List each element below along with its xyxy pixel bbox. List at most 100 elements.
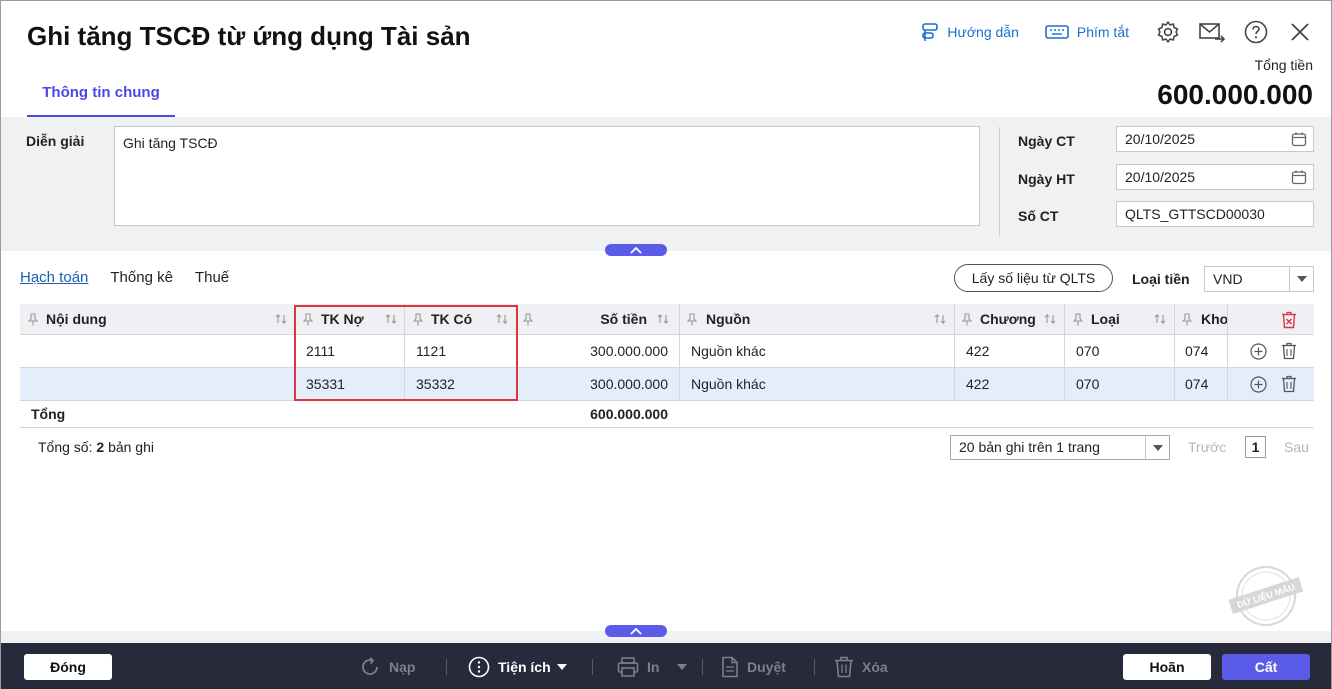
tab-accounting[interactable]: Hạch toán <box>20 269 88 286</box>
description-label: Diễn giải <box>26 133 85 149</box>
page-size-select[interactable]: 20 bản ghi trên 1 trang <box>950 435 1170 460</box>
cell-credit[interactable]: 1121 <box>416 335 506 367</box>
tab-statistics[interactable]: Thống kê <box>110 269 173 286</box>
dialog-window: Ghi tăng TSCĐ từ ứng dụng Tài sản Hướng … <box>0 0 1332 689</box>
cell-store[interactable]: 074 <box>1185 368 1227 400</box>
pin-icon[interactable] <box>1073 313 1083 326</box>
col-divider <box>1174 368 1175 400</box>
cell-content[interactable] <box>28 335 288 367</box>
general-info-panel: Diễn giải Ghi tăng TSCĐ Ngày CT 20/10/20… <box>1 117 1331 256</box>
settings-button[interactable] <box>1155 19 1181 45</box>
calendar-icon[interactable] <box>1291 131 1307 147</box>
page-number[interactable]: 1 <box>1245 436 1266 458</box>
col-divider <box>516 335 517 367</box>
doc-date-field[interactable]: 20/10/2025 <box>1116 126 1314 152</box>
refresh-icon <box>362 657 378 675</box>
info-divider <box>999 127 1000 237</box>
doc-no-field[interactable]: QLTS_GTTSCD00030 <box>1116 201 1314 227</box>
collapse-info-button[interactable] <box>605 244 667 256</box>
prev-page-button[interactable]: Trước <box>1188 439 1226 455</box>
pin-icon[interactable] <box>28 313 38 326</box>
dropdown-button[interactable] <box>1289 267 1313 291</box>
tab-tax[interactable]: Thuế <box>195 269 229 286</box>
cell-credit[interactable]: 35332 <box>416 368 506 400</box>
col-divider <box>1174 304 1175 334</box>
next-page-button[interactable]: Sau <box>1284 439 1309 455</box>
dialog-header: Ghi tăng TSCĐ từ ứng dụng Tài sản Hướng … <box>1 1 1331 117</box>
cell-type[interactable]: 070 <box>1076 335 1166 367</box>
caret-down-icon <box>677 664 688 670</box>
col-divider <box>679 368 680 400</box>
pin-icon[interactable] <box>303 313 313 326</box>
post-date-field[interactable]: 20/10/2025 <box>1116 164 1314 190</box>
guide-link[interactable]: Hướng dẫn <box>921 22 1019 42</box>
utilities-menu[interactable]: Tiện ích <box>468 656 567 678</box>
col-header-amount[interactable]: Số tiền <box>540 304 647 334</box>
sort-icon[interactable] <box>275 313 287 325</box>
calendar-icon[interactable] <box>1291 169 1307 185</box>
sort-icon[interactable] <box>385 313 397 325</box>
sort-icon[interactable] <box>657 313 669 325</box>
currency-select[interactable]: VND <box>1204 266 1314 292</box>
sort-icon[interactable] <box>934 313 946 325</box>
cell-type[interactable]: 070 <box>1076 368 1166 400</box>
cell-debit[interactable]: 35331 <box>306 368 396 400</box>
close-dialog-button[interactable]: Đóng <box>24 654 112 680</box>
cell-chapter[interactable]: 422 <box>966 368 1056 400</box>
pin-icon[interactable] <box>687 313 697 326</box>
pin-icon[interactable] <box>962 313 972 326</box>
delete-all-icon[interactable] <box>1281 311 1297 329</box>
col-header-type[interactable]: Loại <box>1091 304 1151 334</box>
col-divider <box>404 304 405 334</box>
col-divider <box>954 304 955 334</box>
cell-store[interactable]: 074 <box>1185 335 1227 367</box>
save-button[interactable]: Cất <box>1222 654 1310 680</box>
description-field[interactable]: Ghi tăng TSCĐ <box>114 126 980 226</box>
shortcut-link[interactable]: Phím tắt <box>1045 24 1129 40</box>
pin-icon[interactable] <box>1182 313 1192 326</box>
caret-down-icon <box>1296 276 1307 282</box>
add-row-icon[interactable] <box>1250 343 1267 360</box>
summary-row: Tổng 600.000.000 <box>20 401 1314 428</box>
cell-content[interactable] <box>28 368 288 400</box>
reload-button[interactable]: Nạp <box>359 656 415 678</box>
cell-debit[interactable]: 2111 <box>306 335 396 367</box>
col-divider <box>954 335 955 367</box>
col-header-store[interactable]: Kho <box>1201 304 1227 334</box>
col-header-debit[interactable]: TK Nợ <box>321 304 381 334</box>
sort-icon[interactable] <box>1154 313 1166 325</box>
more-vertical-icon <box>468 656 490 678</box>
close-button[interactable] <box>1287 19 1313 45</box>
tab-general-info[interactable]: Thông tin chung <box>27 79 175 117</box>
cell-amount[interactable]: 300.000.000 <box>525 335 668 367</box>
cell-source[interactable]: Nguồn khác <box>691 335 941 367</box>
help-button[interactable] <box>1243 19 1269 45</box>
col-header-credit[interactable]: TK Có <box>431 304 491 334</box>
table-row[interactable]: 35331 35332 300.000.000 Nguồn khác 422 0… <box>20 368 1314 401</box>
pin-icon[interactable] <box>413 313 423 326</box>
cell-chapter[interactable]: 422 <box>966 335 1056 367</box>
delete-button[interactable]: Xóa <box>834 656 888 678</box>
cell-amount[interactable]: 300.000.000 <box>525 368 668 400</box>
approve-button[interactable]: Duyệt <box>721 656 786 678</box>
caret-down-icon <box>1152 444 1163 451</box>
collapse-footer-button[interactable] <box>605 625 667 637</box>
sort-icon[interactable] <box>1044 313 1056 325</box>
add-row-icon[interactable] <box>1250 376 1267 393</box>
col-header-chapter[interactable]: Chương <box>980 304 1042 334</box>
col-header-source[interactable]: Nguồn <box>706 304 906 334</box>
col-header-content[interactable]: Nội dung <box>46 304 266 334</box>
doc-no-label: Số CT <box>1018 208 1059 224</box>
postpone-button[interactable]: Hoãn <box>1123 654 1211 680</box>
sort-icon[interactable] <box>496 313 508 325</box>
table-row[interactable]: 2111 1121 300.000.000 Nguồn khác 422 070… <box>20 335 1314 368</box>
delete-row-icon[interactable] <box>1281 375 1297 393</box>
delete-row-icon[interactable] <box>1281 342 1297 360</box>
cell-source[interactable]: Nguồn khác <box>691 368 941 400</box>
pin-icon[interactable] <box>523 313 533 326</box>
email-button[interactable] <box>1199 19 1225 45</box>
dropdown-button[interactable] <box>1145 436 1169 459</box>
print-button[interactable]: In <box>617 656 688 678</box>
fetch-qlts-button[interactable]: Lấy số liệu từ QLTS <box>954 264 1113 292</box>
guide-icon <box>922 23 939 41</box>
